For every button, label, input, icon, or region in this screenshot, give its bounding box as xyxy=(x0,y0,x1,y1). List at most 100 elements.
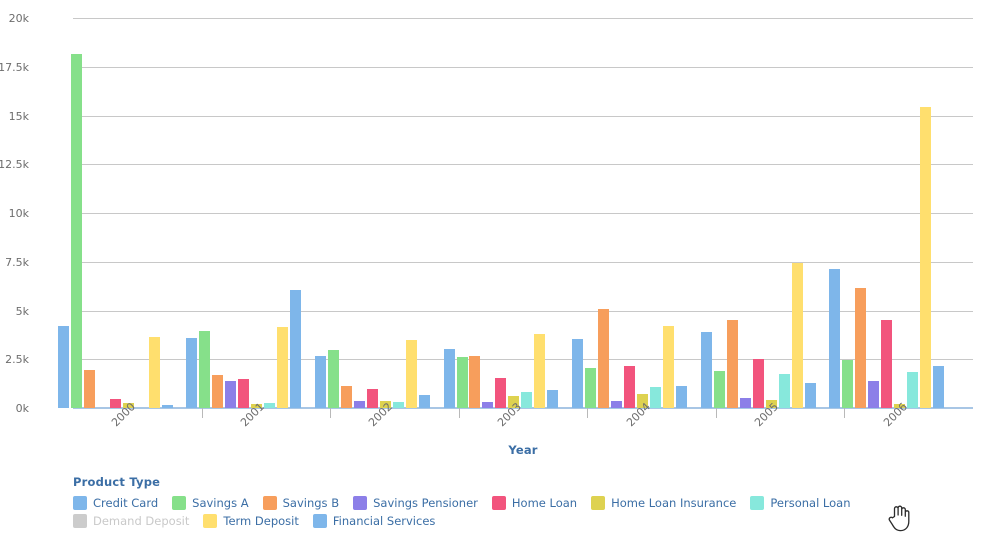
bar[interactable] xyxy=(327,350,339,408)
bar[interactable] xyxy=(572,338,584,408)
bar[interactable] xyxy=(212,374,224,408)
bar-group xyxy=(443,18,588,408)
bar[interactable] xyxy=(148,336,160,408)
legend-item-savings-b[interactable]: Savings B xyxy=(262,496,340,510)
x-axis-tick xyxy=(458,408,460,418)
legend-items: Credit Card Savings A Savings B Savings Pen… xyxy=(73,496,993,532)
bar[interactable] xyxy=(70,54,82,408)
x-axis-tick xyxy=(715,408,717,418)
bar[interactable] xyxy=(547,390,559,408)
bar[interactable] xyxy=(340,385,352,408)
bar[interactable] xyxy=(585,368,597,408)
bar[interactable] xyxy=(881,320,893,408)
bar[interactable] xyxy=(829,268,841,408)
bar[interactable] xyxy=(277,327,289,408)
bar[interactable] xyxy=(804,382,816,408)
bar[interactable] xyxy=(676,385,688,408)
legend-label: Savings A xyxy=(192,496,249,510)
x-axis-tick xyxy=(330,408,332,418)
bar[interactable] xyxy=(238,378,250,408)
y-axis-tick-label: 7.5k xyxy=(5,255,29,269)
bar[interactable] xyxy=(418,395,430,408)
y-axis-tick-label: 10k xyxy=(8,207,29,220)
legend-label: Savings B xyxy=(282,496,340,510)
bar[interactable] xyxy=(353,401,365,408)
legend-label: Demand Deposit xyxy=(93,514,190,528)
legend-item-home-loan-insurance[interactable]: Home Loan Insurance xyxy=(591,496,736,510)
bar[interactable] xyxy=(469,356,481,408)
bar-group xyxy=(700,18,845,408)
legend-item-savings-pensioner[interactable]: Savings Pensioner xyxy=(353,496,478,510)
x-axis-tick xyxy=(201,408,203,418)
legend-item-personal-loan[interactable]: Personal Loan xyxy=(750,496,851,510)
bar[interactable] xyxy=(57,326,69,408)
bar[interactable] xyxy=(534,333,546,408)
bar-group xyxy=(572,18,716,408)
bar-group xyxy=(57,18,202,408)
bar[interactable] xyxy=(199,330,211,408)
legend-swatch xyxy=(750,496,765,510)
bar[interactable] xyxy=(778,373,790,408)
legend-label: Home Loan Insurance xyxy=(611,496,737,510)
bar[interactable] xyxy=(933,366,945,408)
legend-swatch xyxy=(591,496,606,510)
y-axis-tick-label: 15k xyxy=(8,109,29,123)
bar[interactable] xyxy=(443,348,455,408)
legend-item-home-loan[interactable]: Home Loan xyxy=(491,496,577,510)
legend-item-credit-card[interactable]: Credit Card xyxy=(73,496,158,510)
legend-label: Term Deposit xyxy=(223,514,299,528)
bar-group xyxy=(829,18,973,408)
bar[interactable] xyxy=(225,380,237,408)
bar[interactable] xyxy=(650,386,662,408)
legend-label: Personal Loan xyxy=(770,496,851,510)
bar[interactable] xyxy=(495,377,507,408)
y-axis-tick-label: 17.5k xyxy=(0,60,29,74)
bar[interactable] xyxy=(842,360,854,408)
x-axis-tick xyxy=(844,408,846,418)
y-axis-tick-label: 5k xyxy=(15,304,29,318)
bar[interactable] xyxy=(598,308,610,408)
bar[interactable] xyxy=(726,320,738,408)
legend: Product Type Credit Card Savings A Savings… xyxy=(73,475,993,532)
legend-item-term-deposit[interactable]: Term Deposit xyxy=(203,514,299,528)
y-axis-tick-label: 2.5k xyxy=(5,353,29,367)
bar[interactable] xyxy=(186,337,198,408)
bar[interactable] xyxy=(611,401,623,408)
bar[interactable] xyxy=(456,357,468,408)
bar[interactable] xyxy=(739,398,751,408)
y-axis-tick-label: 12.5k xyxy=(0,158,29,172)
legend-swatch xyxy=(312,514,327,528)
x-axis-title: Year xyxy=(508,443,538,457)
bar[interactable] xyxy=(366,388,378,408)
bar-group xyxy=(314,18,459,408)
y-axis-tick-label: 0k xyxy=(15,402,29,415)
legend-item-savings-a[interactable]: Savings A xyxy=(172,496,249,510)
bar[interactable] xyxy=(405,339,417,408)
bar[interactable] xyxy=(752,359,764,408)
bar[interactable] xyxy=(290,290,302,408)
legend-label: Credit Card xyxy=(93,496,159,510)
bar[interactable] xyxy=(314,356,326,408)
legend-item-financial-services[interactable]: Financial Services xyxy=(312,514,436,528)
bar[interactable] xyxy=(920,106,932,408)
legend-swatch xyxy=(73,514,87,528)
legend-swatch xyxy=(203,514,218,528)
bar[interactable] xyxy=(83,369,95,408)
bar[interactable] xyxy=(791,262,803,408)
bar[interactable] xyxy=(868,380,880,408)
bar[interactable] xyxy=(700,331,712,408)
bar[interactable] xyxy=(907,371,919,408)
bar[interactable] xyxy=(663,326,675,408)
bar[interactable] xyxy=(624,366,636,408)
bar[interactable] xyxy=(521,392,533,408)
legend-title: Product Type xyxy=(73,475,161,489)
bar[interactable] xyxy=(109,399,121,408)
legend-item-demand-deposit[interactable]: Demand Deposit xyxy=(73,514,189,528)
plot-area: 0k 2.5k 5k 7.5k 10k 12.5k 15k 17.5k 20k xyxy=(0,13,973,414)
legend-label: Savings Pensioner xyxy=(373,496,478,510)
x-axis-tick xyxy=(587,408,589,418)
bar[interactable] xyxy=(713,370,725,408)
legend-label: Financial Services xyxy=(332,514,436,528)
y-axis-tick-label: 20k xyxy=(8,12,29,25)
bar[interactable] xyxy=(855,288,867,408)
